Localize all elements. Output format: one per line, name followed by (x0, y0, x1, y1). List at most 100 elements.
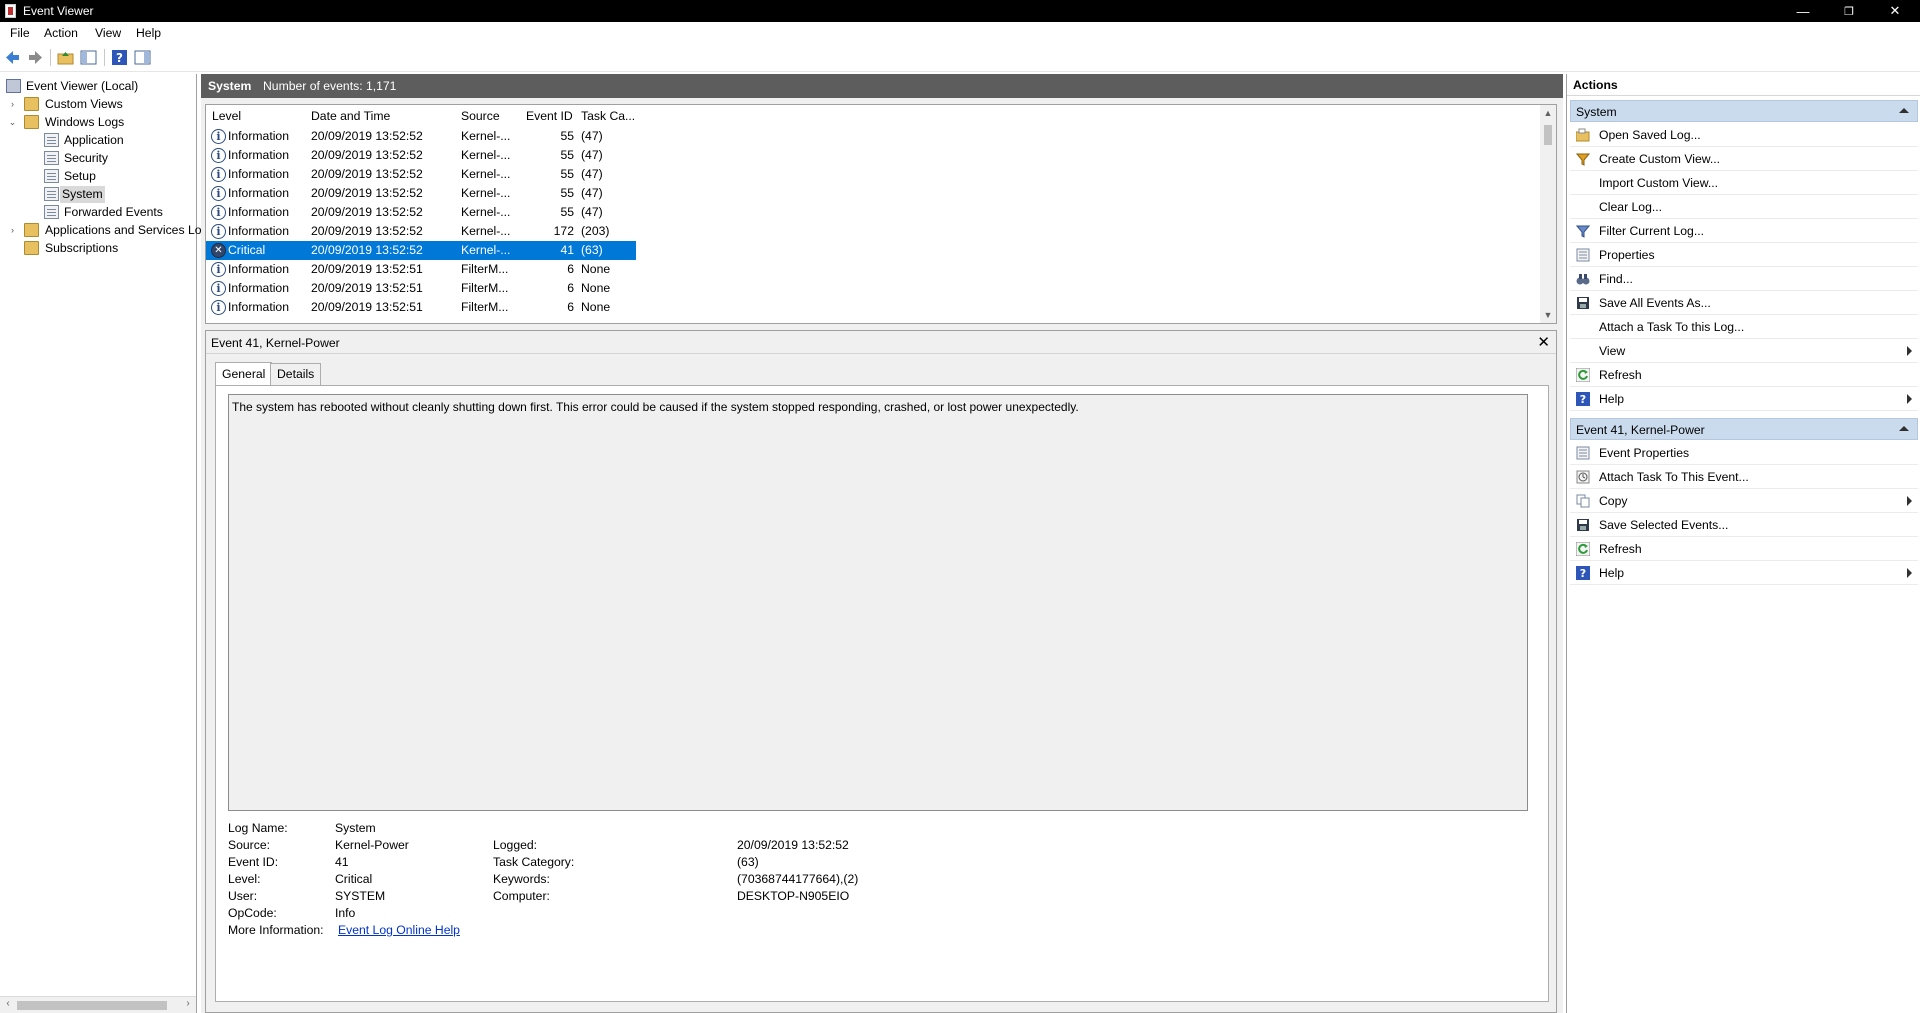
column-task-category[interactable]: Task Ca... (581, 109, 635, 123)
events-grid: Level Date and Time Source Event ID Task… (205, 104, 1557, 324)
column-event-id[interactable]: Event ID (526, 109, 573, 123)
general-tab-content: The system has rebooted without cleanly … (215, 385, 1549, 1002)
information-icon (211, 224, 226, 239)
tree-horizontal-scrollbar[interactable]: ‹ › (0, 996, 196, 1013)
chevron-right-icon[interactable]: › (8, 222, 17, 239)
action-open-saved-log[interactable]: Open Saved Log... (1570, 123, 1918, 147)
table-row[interactable]: Information 20/09/2019 13:52:52 Kernel-.… (206, 203, 636, 222)
scroll-down-icon[interactable]: ▼ (1540, 307, 1556, 323)
event-viewer-icon (6, 79, 21, 93)
log-icon (44, 169, 59, 183)
minimize-button[interactable]: — (1780, 0, 1826, 22)
submenu-arrow-icon (1907, 346, 1912, 356)
up-folder-icon[interactable] (57, 49, 74, 66)
column-date-time[interactable]: Date and Time (311, 109, 390, 123)
chevron-right-icon[interactable]: › (8, 96, 17, 113)
folder-icon (24, 223, 39, 237)
opcode-value: Info (335, 906, 356, 920)
refresh-icon (1576, 368, 1590, 382)
action-view[interactable]: View (1570, 339, 1918, 363)
log-icon (44, 187, 59, 201)
actions-section-system[interactable]: System (1570, 100, 1918, 122)
keywords-value: (70368744177664),(2) (737, 872, 859, 886)
close-detail-icon[interactable]: ✕ (1537, 333, 1550, 351)
tab-general[interactable]: General (215, 362, 273, 385)
table-row[interactable]: Information 20/09/2019 13:52:51 FilterM.… (206, 279, 636, 298)
column-level[interactable]: Level (212, 109, 241, 123)
actions-title: Actions (1567, 78, 1920, 96)
menu-file[interactable]: File (10, 26, 30, 40)
collapse-icon[interactable] (1899, 108, 1909, 113)
actions-pane: Actions System Open Saved Log... Create … (1566, 74, 1920, 1013)
critical-icon (211, 243, 226, 258)
scroll-right-icon[interactable]: › (180, 998, 196, 1009)
show-action-pane-icon[interactable] (134, 49, 151, 66)
action-save-selected-events[interactable]: Save Selected Events... (1570, 513, 1918, 537)
scrollbar-thumb[interactable] (1544, 125, 1552, 145)
folder-icon (24, 241, 39, 255)
show-hide-tree-icon[interactable] (80, 49, 97, 66)
action-attach-task-to-event[interactable]: Attach Task To This Event... (1570, 465, 1918, 489)
action-clear-log[interactable]: Clear Log... (1570, 195, 1918, 219)
scroll-up-icon[interactable]: ▲ (1540, 105, 1556, 121)
information-icon (211, 300, 226, 315)
action-import-custom-view[interactable]: Import Custom View... (1570, 171, 1918, 195)
table-row[interactable]: Information 20/09/2019 13:52:51 FilterM.… (206, 298, 636, 317)
filter-icon (1576, 225, 1590, 238)
help-icon: ? (1576, 392, 1590, 406)
column-source[interactable]: Source (461, 109, 500, 123)
detail-header: Event 41, Kernel-Power ✕ (206, 331, 1556, 354)
event-log-online-help-link[interactable]: Event Log Online Help (338, 923, 460, 937)
log-icon (44, 151, 59, 165)
table-row[interactable]: Information 20/09/2019 13:52:52 Kernel-.… (206, 165, 636, 184)
action-event-properties[interactable]: Event Properties (1570, 441, 1918, 465)
menu-help[interactable]: Help (136, 26, 161, 40)
action-filter-current-log[interactable]: Filter Current Log... (1570, 219, 1918, 243)
action-refresh-event[interactable]: Refresh (1570, 537, 1918, 561)
action-help[interactable]: ? Help (1570, 387, 1918, 411)
table-row-selected[interactable]: Critical 20/09/2019 13:52:52 Kernel-... … (206, 241, 636, 260)
table-row[interactable]: Information 20/09/2019 13:52:52 Kernel-.… (206, 184, 636, 203)
scroll-left-icon[interactable]: ‹ (0, 998, 16, 1009)
table-row[interactable]: Information 20/09/2019 13:52:52 Kernel-.… (206, 146, 636, 165)
event-viewer-app-icon (5, 4, 16, 18)
action-attach-task-to-log[interactable]: Attach a Task To this Log... (1570, 315, 1918, 339)
grid-vertical-scrollbar[interactable]: ▲ ▼ (1540, 105, 1556, 323)
action-create-custom-view[interactable]: Create Custom View... (1570, 147, 1918, 171)
action-copy[interactable]: Copy (1570, 489, 1918, 513)
computer-value: DESKTOP-N905EIO (737, 889, 850, 903)
chevron-down-icon[interactable]: ⌄ (8, 114, 17, 131)
log-icon (44, 205, 59, 219)
action-find[interactable]: Find... (1570, 267, 1918, 291)
help-icon[interactable]: ? (111, 49, 128, 66)
detail-title: Event 41, Kernel-Power (211, 336, 340, 350)
toolbar-separator (104, 49, 105, 66)
collapse-icon[interactable] (1899, 426, 1909, 431)
action-properties[interactable]: Properties (1570, 243, 1918, 267)
folder-icon (24, 115, 39, 129)
tab-details[interactable]: Details (270, 363, 322, 385)
menu-view[interactable]: View (95, 26, 121, 40)
log-header: System Number of events: 1,171 (201, 74, 1563, 98)
open-folder-icon (1576, 128, 1590, 142)
center-pane: System Number of events: 1,171 Level Dat… (201, 74, 1563, 1013)
scrollbar-thumb[interactable] (17, 1001, 167, 1010)
close-window-button[interactable]: ✕ (1872, 0, 1918, 22)
actions-section-event[interactable]: Event 41, Kernel-Power (1570, 418, 1918, 440)
forward-arrow-icon[interactable] (27, 49, 44, 66)
action-refresh[interactable]: Refresh (1570, 363, 1918, 387)
window-title: Event Viewer (23, 4, 94, 18)
event-properties: Log Name: System Source: Kernel-Power Lo… (216, 811, 1546, 1001)
back-arrow-icon[interactable] (4, 49, 21, 66)
restore-button[interactable]: ❐ (1826, 0, 1872, 22)
action-save-all-events[interactable]: Save All Events As... (1570, 291, 1918, 315)
user-value: SYSTEM (335, 889, 386, 903)
refresh-icon (1576, 542, 1590, 556)
action-help-event[interactable]: ? Help (1570, 561, 1918, 585)
help-icon: ? (1576, 566, 1590, 580)
table-row[interactable]: Information 20/09/2019 13:52:51 FilterM.… (206, 260, 636, 279)
menu-action[interactable]: Action (44, 26, 78, 40)
table-row[interactable]: Information 20/09/2019 13:52:52 Kernel-.… (206, 127, 636, 146)
information-icon (211, 186, 226, 201)
table-row[interactable]: Information 20/09/2019 13:52:52 Kernel-.… (206, 222, 636, 241)
